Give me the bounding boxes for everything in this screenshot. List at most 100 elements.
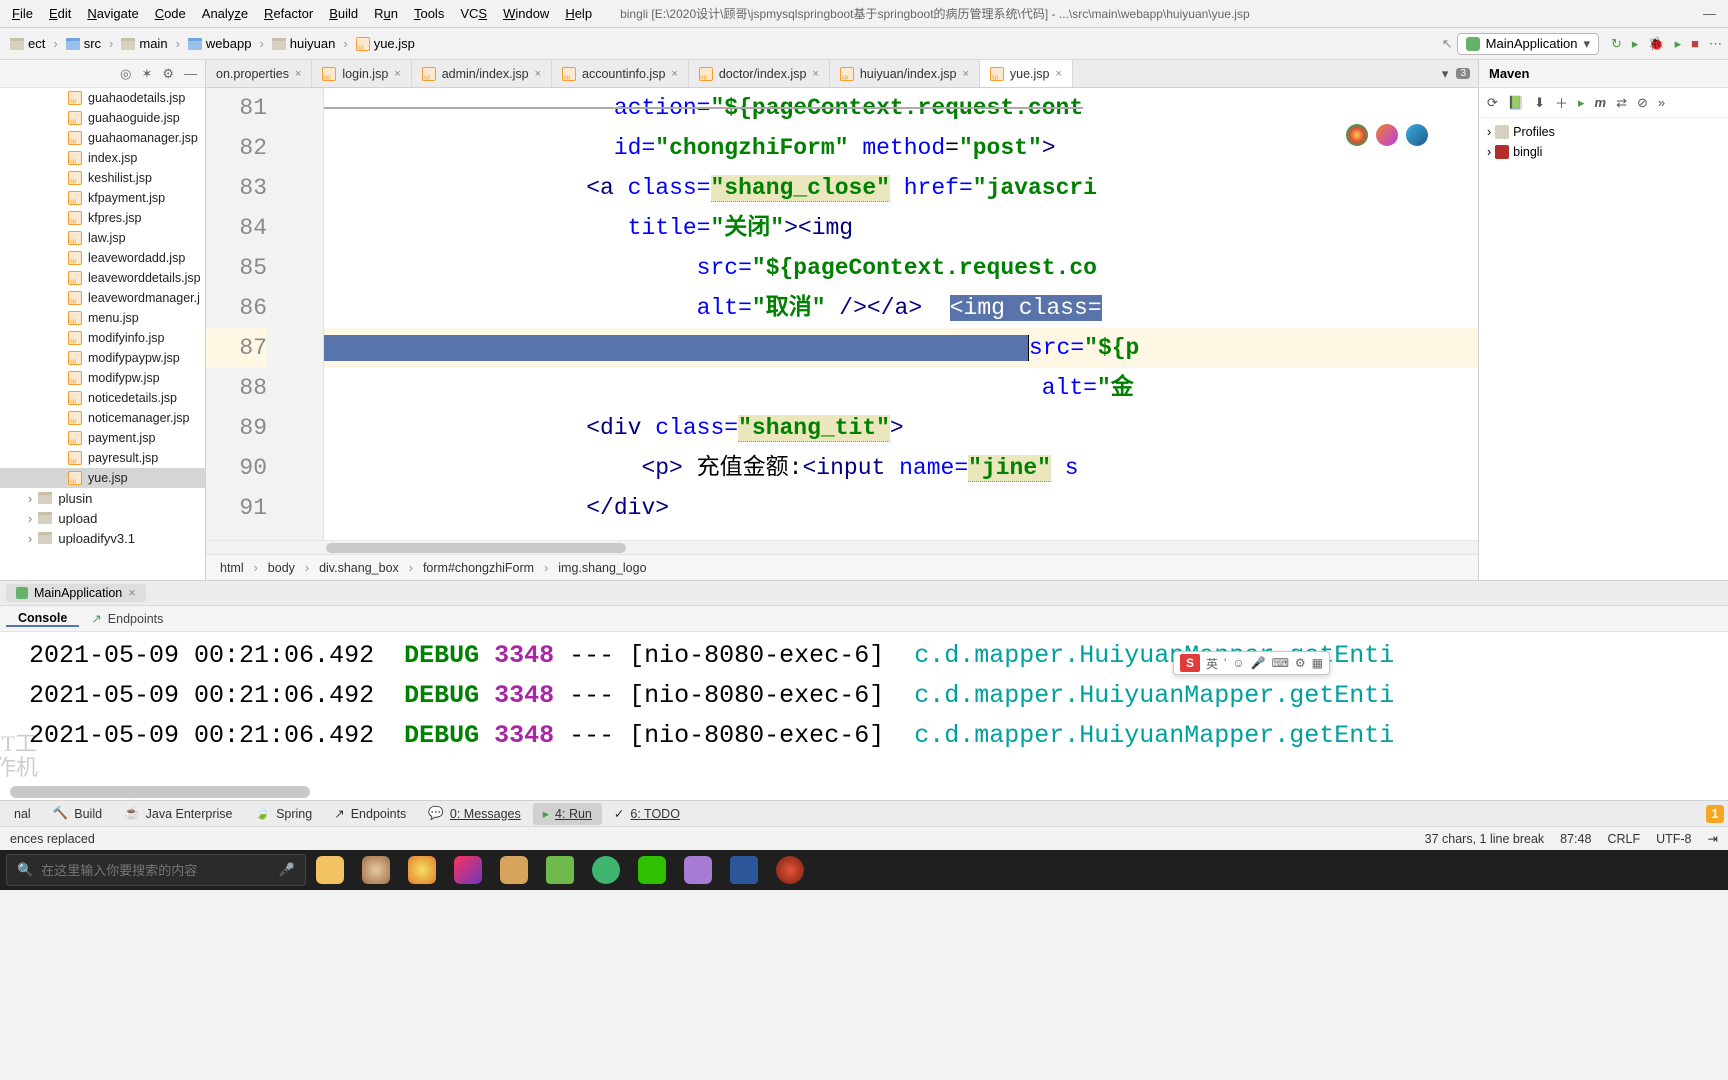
generate-icon[interactable]: 📗 [1508,95,1524,111]
editor-tab[interactable]: on.properties× [206,60,312,88]
add-icon[interactable]: ＋ [1555,93,1568,112]
close-icon[interactable]: × [394,68,400,80]
run-icon[interactable]: ▸ [1632,36,1639,52]
close-icon[interactable]: × [128,586,135,600]
menu-tools[interactable]: Tools [406,0,452,28]
tree-file[interactable]: payresult.jsp [0,448,205,468]
menu-build[interactable]: Build [321,0,366,28]
console-hscrollbar[interactable] [10,786,310,798]
editor-tab-active[interactable]: yue.jsp× [980,60,1073,88]
download-icon[interactable]: ⬇ [1534,95,1545,111]
menu-navigate[interactable]: Navigate [79,0,146,28]
menu-edit[interactable]: Edit [41,0,79,28]
taskbar-search[interactable]: 🔍 🎤 [6,854,306,886]
tool-todo[interactable]: ✓6: TODO [604,803,690,825]
close-icon[interactable]: × [295,68,301,80]
tree-file[interactable]: kfpres.jsp [0,208,205,228]
tb-intellij[interactable] [446,850,490,890]
crumb-file[interactable]: yue.jsp [352,36,419,51]
status-line-sep[interactable]: CRLF [1607,832,1640,846]
ime-toolbar[interactable]: S 英 ' ☺ 🎤 ⌨ ⚙ ▦ [1173,651,1330,675]
tab-console[interactable]: Console [6,611,79,627]
tb-app[interactable] [768,850,812,890]
tool-spring[interactable]: 🍃Spring [245,803,323,825]
toggle-icon[interactable]: ⇄ [1616,95,1627,111]
close-icon[interactable]: × [535,68,541,80]
crumb-webapp[interactable]: webapp [184,36,256,51]
tb-app[interactable] [354,850,398,890]
ime-emoji[interactable]: ☺ [1232,656,1244,670]
tree-dir[interactable]: ›uploadifyv3.1 [0,528,205,548]
tree-file[interactable]: leaveworddetails.jsp [0,268,205,288]
project-tree[interactable]: guahaodetails.jsp guahaoguide.jsp guahao… [0,88,205,580]
tree-file[interactable]: modifyinfo.jsp [0,328,205,348]
tree-file[interactable]: modifypw.jsp [0,368,205,388]
ime-keyboard[interactable]: ⌨ [1272,656,1289,670]
tree-file-selected[interactable]: yue.jsp [0,468,205,488]
ime-logo[interactable]: S [1180,654,1200,672]
crumb-project[interactable]: ect [6,36,49,51]
status-encoding[interactable]: UTF-8 [1656,832,1691,846]
tree-file[interactable]: noticemanager.jsp [0,408,205,428]
run-configuration[interactable]: MainApplication ▾ [1457,33,1599,55]
event-badge[interactable]: 1 [1706,805,1724,823]
crumb-main[interactable]: main [117,36,171,51]
crumb[interactable]: img.shang_logo [558,561,646,575]
ime-mic[interactable]: 🎤 [1251,656,1266,670]
editor-tab[interactable]: login.jsp× [312,60,411,88]
tree-file[interactable]: leavewordadd.jsp [0,248,205,268]
console-output[interactable]: IT工作机 2021-05-09 00:21:06.492 DEBUG 3348… [0,632,1728,800]
mic-icon[interactable]: 🎤 [279,862,295,878]
tb-explorer[interactable] [308,850,352,890]
tool-jee[interactable]: ☕Java Enterprise [114,803,242,825]
close-icon[interactable]: × [962,68,968,80]
tree-file[interactable]: index.jsp [0,148,205,168]
editor-tab[interactable]: accountinfo.jsp× [552,60,689,88]
tree-dir[interactable]: ›plusin [0,488,205,508]
reimport-icon[interactable]: ⟳ [1487,95,1498,111]
hide-icon[interactable]: — [184,66,197,81]
tree-file[interactable]: menu.jsp [0,308,205,328]
ime-settings[interactable]: ⚙ [1295,656,1306,670]
tb-app[interactable] [584,850,628,890]
close-icon[interactable]: × [1056,68,1062,80]
nav-back-icon[interactable]: ↖ [1442,36,1453,52]
ime-punct[interactable]: ' [1224,656,1226,670]
edge-icon[interactable] [1406,124,1428,146]
tab-endpoints[interactable]: ↗Endpoints [79,611,175,626]
ime-grid[interactable]: ▦ [1312,656,1323,670]
hidden-tabs-count[interactable]: 3 [1456,68,1470,79]
tree-file[interactable]: noticedetails.jsp [0,388,205,408]
crumb[interactable]: html [220,561,244,575]
status-position[interactable]: 87:48 [1560,832,1591,846]
tool-terminal[interactable]: nal [4,803,41,825]
firefox-icon[interactable] [1376,124,1398,146]
expand-all-icon[interactable]: » [1658,95,1665,110]
crumb[interactable]: form#chongzhiForm [423,561,534,575]
tree-file[interactable]: guahaomanager.jsp [0,128,205,148]
tb-word[interactable] [722,850,766,890]
tree-dir[interactable]: ›upload [0,508,205,528]
tb-wechat[interactable] [630,850,674,890]
m-icon[interactable]: m [1595,95,1607,110]
ime-lang[interactable]: 英 [1206,655,1218,672]
tool-build[interactable]: 🔨Build [43,803,112,825]
tree-file[interactable]: modifypaypw.jsp [0,348,205,368]
menu-vcs[interactable]: VCS [452,0,495,28]
tree-file[interactable]: law.jsp [0,228,205,248]
crumb[interactable]: body [268,561,295,575]
code-editor[interactable]: 81 82 83 84 85 86 87 88 89 90 91 action=… [206,88,1478,540]
search-input[interactable] [41,863,271,878]
crumb-src[interactable]: src [62,36,105,51]
crumb[interactable]: div.shang_box [319,561,399,575]
maven-project[interactable]: ›bingli [1487,142,1720,162]
menu-run[interactable]: Run [366,0,406,28]
tb-app[interactable] [492,850,536,890]
tool-endpoints[interactable]: ↗Endpoints [324,803,416,825]
minimize-icon[interactable]: — [1703,6,1716,21]
menu-window[interactable]: Window [495,0,557,28]
tool-run[interactable]: ▸4: Run [533,803,602,825]
tb-app[interactable] [676,850,720,890]
tb-app[interactable] [400,850,444,890]
chrome-icon[interactable] [1346,124,1368,146]
